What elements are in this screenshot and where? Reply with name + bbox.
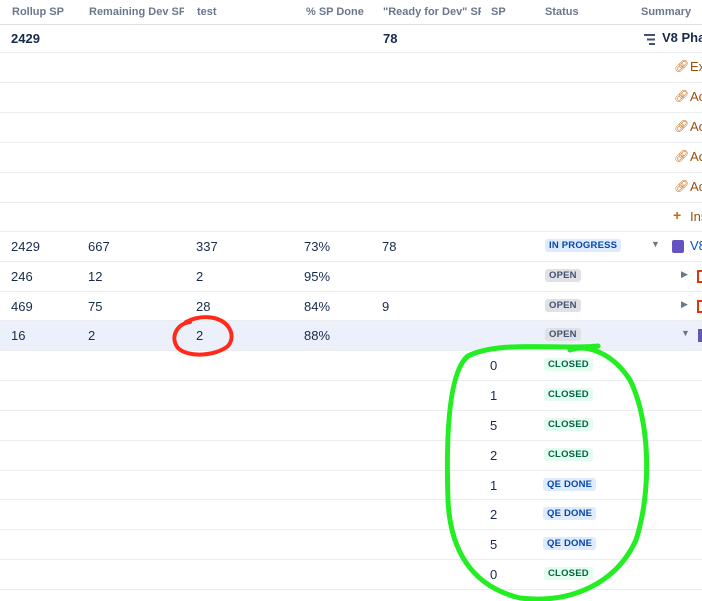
column-header-row: Rollup SP Remaining Dev SP test % SP Don… (0, 0, 702, 25)
pct-sp-done-cell: 95% (304, 269, 331, 284)
ready-for-dev-value: 78 (383, 31, 398, 46)
table-row-top[interactable]: 2429 78 V8 Pha (0, 24, 702, 53)
pct-sp-done-cell: 88% (304, 328, 331, 343)
chevron-down-icon[interactable]: ▼ (681, 328, 690, 338)
link-label[interactable]: Ac (690, 119, 702, 134)
pct-sp-done-cell: 73% (304, 239, 331, 254)
sp-cell: 1 (490, 388, 498, 403)
status-badge[interactable]: QE DONE (543, 537, 597, 550)
chevron-right-icon[interactable]: ▶ (681, 299, 688, 310)
chevron-down-icon[interactable]: ▼ (651, 239, 660, 249)
remaining-dev-sp-cell: 667 (88, 239, 110, 254)
status-badge[interactable]: OPEN (545, 328, 581, 341)
column-header-rollup-sp[interactable]: Rollup SP (12, 6, 64, 18)
rollup-sp-value: 2429 (11, 31, 40, 46)
insert-row[interactable]: + Ins (0, 203, 702, 232)
status-badge[interactable]: OPEN (545, 299, 581, 312)
status-badge[interactable]: QE DONE (543, 478, 597, 491)
epic-icon (698, 329, 702, 342)
insert-label[interactable]: Ins (690, 209, 702, 224)
status-badge[interactable]: CLOSED (544, 418, 593, 431)
status-badge[interactable]: QE DONE (543, 507, 597, 520)
rollup-sp-cell: 2429 (11, 239, 40, 254)
child-row[interactable]: 0 CLOSED (0, 560, 702, 590)
status-badge[interactable]: CLOSED (544, 388, 593, 401)
link-icon: 🔗︎ (674, 149, 690, 163)
ready-for-dev-cell: 78 (382, 239, 397, 254)
test-cell: 28 (196, 299, 211, 314)
pct-sp-done-cell: 84% (304, 299, 331, 314)
link-label[interactable]: Ac (690, 179, 702, 194)
test-cell: 337 (196, 239, 218, 254)
sp-cell: 0 (490, 567, 498, 582)
remaining-dev-sp-cell: 12 (88, 269, 103, 284)
link-icon: 🔗︎ (674, 179, 690, 193)
hierarchy-icon (644, 33, 656, 45)
status-badge[interactable]: CLOSED (544, 448, 593, 461)
link-icon: 🔗︎ (674, 119, 690, 133)
sp-cell: 2 (490, 448, 498, 463)
child-row[interactable]: 1 CLOSED (0, 381, 702, 411)
link-row[interactable]: 🔗︎ Ac (0, 83, 702, 113)
issue-type-icon (697, 300, 702, 313)
status-badge[interactable]: OPEN (545, 269, 581, 282)
link-row[interactable]: 🔗︎ Ex (0, 53, 702, 83)
rollup-sp-cell: 246 (11, 269, 33, 284)
table-row-selected[interactable]: 16 2 2 88% OPEN ▼ (0, 321, 702, 351)
sp-cell: 2 (490, 507, 498, 522)
ready-for-dev-cell: 9 (382, 299, 390, 314)
plus-icon: + (673, 207, 682, 223)
child-row[interactable]: 2 CLOSED (0, 441, 702, 471)
chevron-right-icon[interactable]: ▶ (681, 269, 688, 280)
test-cell: 2 (196, 328, 204, 343)
table-row[interactable]: 246 12 2 95% OPEN ▶ (0, 262, 702, 292)
sp-cell: 1 (490, 478, 498, 493)
remaining-dev-sp-cell: 75 (88, 299, 103, 314)
column-header-sp[interactable]: SP (491, 6, 506, 18)
issue-type-icon (697, 270, 702, 283)
link-label[interactable]: Ac (690, 149, 702, 164)
child-row[interactable]: 2 QE DONE (0, 500, 702, 530)
link-row[interactable]: 🔗︎ Ac (0, 173, 702, 203)
column-header-ready-for-dev-sp[interactable]: "Ready for Dev" SP (383, 6, 481, 18)
remaining-dev-sp-cell: 2 (88, 328, 96, 343)
sp-cell: 0 (490, 358, 498, 373)
test-cell: 2 (196, 269, 204, 284)
column-header-test[interactable]: test (197, 6, 217, 18)
link-row[interactable]: 🔗︎ Ac (0, 113, 702, 143)
table-row[interactable]: 469 75 28 84% 9 OPEN ▶ (0, 292, 702, 321)
status-badge[interactable]: CLOSED (544, 358, 593, 371)
summary-text[interactable]: V8 Pha (662, 30, 702, 45)
column-header-status[interactable]: Status (545, 6, 579, 18)
rollup-sp-cell: 469 (11, 299, 33, 314)
child-row[interactable]: 5 CLOSED (0, 411, 702, 441)
child-row[interactable]: 1 QE DONE (0, 471, 702, 500)
sp-cell: 5 (490, 418, 498, 433)
column-header-pct-sp-done[interactable]: % SP Done (306, 6, 364, 18)
column-header-summary[interactable]: Summary (641, 6, 691, 18)
link-row[interactable]: 🔗︎ Ac (0, 143, 702, 173)
link-icon: 🔗︎ (674, 89, 690, 103)
link-icon: 🔗︎ (674, 59, 690, 73)
column-header-remaining-dev-sp[interactable]: Remaining Dev SP (89, 6, 184, 18)
link-label[interactable]: Ex (690, 59, 702, 74)
table-row-partial[interactable] (0, 590, 702, 601)
link-label[interactable]: Ac (690, 89, 702, 104)
child-row[interactable]: 5 QE DONE (0, 530, 702, 560)
sp-cell: 5 (490, 537, 498, 552)
rollup-sp-cell: 16 (11, 328, 26, 343)
status-badge[interactable]: IN PROGRESS (545, 239, 622, 252)
table-row[interactable]: 2429 667 337 73% 78 IN PROGRESS ▼ V8 (0, 232, 702, 262)
summary-text[interactable]: V8 (690, 238, 702, 253)
epic-icon (672, 240, 684, 253)
child-row[interactable]: 0 CLOSED (0, 351, 702, 381)
status-badge[interactable]: CLOSED (544, 567, 593, 580)
